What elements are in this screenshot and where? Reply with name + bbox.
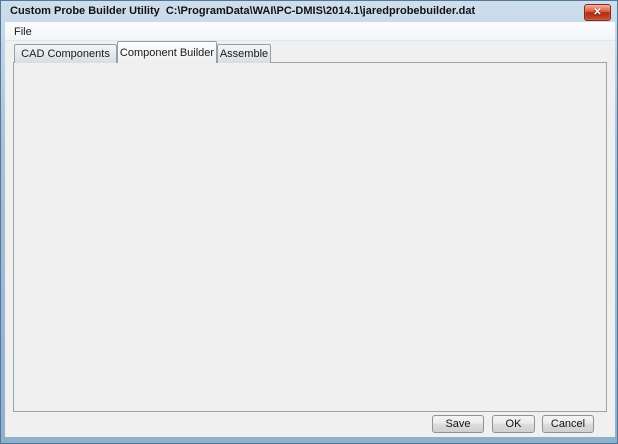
tab-assemble[interactable]: Assemble	[217, 44, 271, 63]
tab-label: Component Builder	[120, 47, 214, 59]
window-title: Custom Probe Builder Utility C:\ProgramD…	[10, 5, 475, 17]
button-label: OK	[506, 418, 522, 430]
close-icon: ✕	[593, 8, 601, 18]
close-button[interactable]: ✕	[584, 4, 611, 21]
tab-cad-components[interactable]: CAD Components	[14, 44, 117, 63]
tab-label: CAD Components	[21, 48, 110, 60]
titlebar[interactable]: Custom Probe Builder Utility C:\ProgramD…	[1, 1, 618, 22]
tab-label: Assemble	[220, 48, 268, 60]
custom-probe-builder-window: Custom Probe Builder Utility C:\ProgramD…	[0, 0, 618, 444]
button-label: Save	[445, 418, 470, 430]
tab-component-builder[interactable]: Component Builder	[117, 41, 217, 63]
menubar: File	[5, 22, 615, 41]
menu-file[interactable]: File	[5, 22, 41, 41]
save-button[interactable]: Save	[432, 415, 484, 433]
ok-button[interactable]: OK	[492, 415, 535, 433]
button-label: Cancel	[551, 418, 585, 430]
cancel-button[interactable]: Cancel	[542, 415, 594, 433]
tab-page	[13, 62, 607, 412]
